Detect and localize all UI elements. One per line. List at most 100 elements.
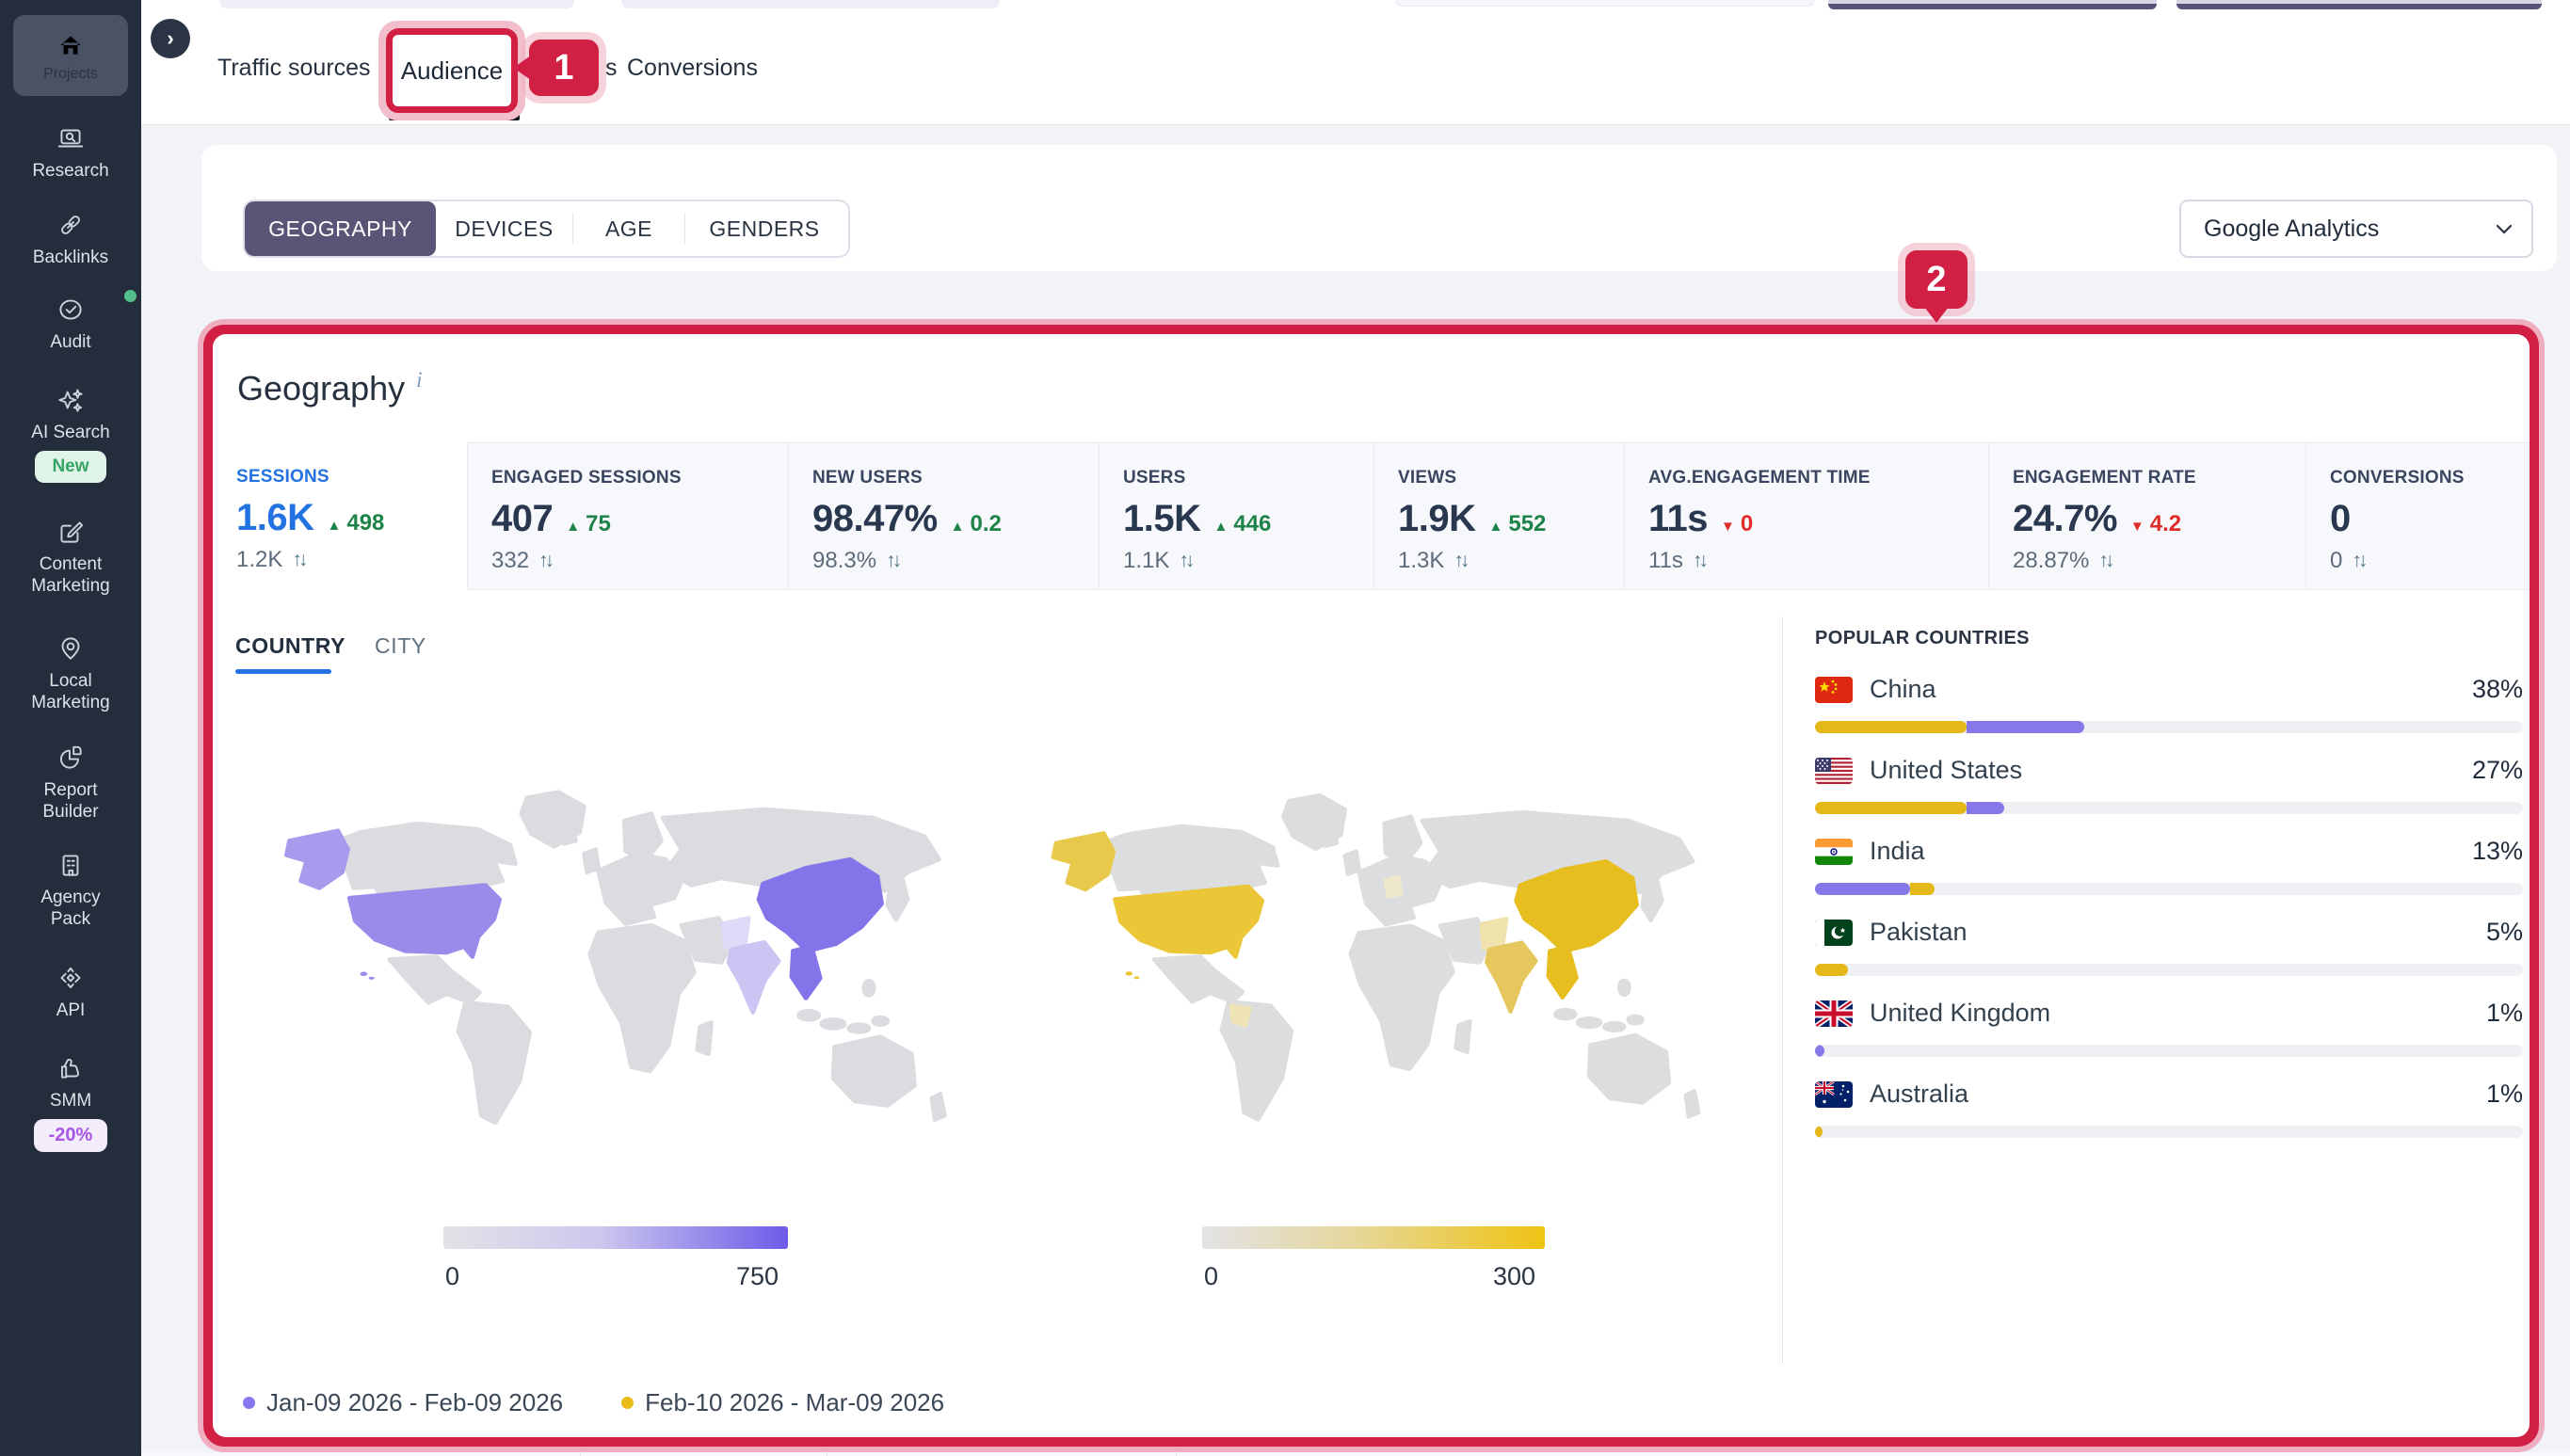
segment-age[interactable]: AGE xyxy=(573,201,684,256)
country-row[interactable]: United Kingdom 1% xyxy=(1815,999,2523,1080)
legend-period-1: Jan-09 2026 - Feb-09 2026 xyxy=(243,1388,563,1417)
delta-up-icon: ▲ xyxy=(566,519,580,535)
sidebar-item-audit[interactable]: Audit xyxy=(0,294,141,353)
sidebar-item-research[interactable]: Research xyxy=(0,122,141,182)
delta-up-icon: ▲ xyxy=(1489,519,1503,535)
sidebar-item-api[interactable]: API xyxy=(0,962,141,1021)
sparkles-icon xyxy=(55,384,87,418)
delta-up-icon: ▲ xyxy=(1214,519,1229,535)
info-icon[interactable]: i xyxy=(416,368,422,392)
gradient-max-label: 300 xyxy=(1493,1262,1535,1291)
panel-title: Geographyi xyxy=(237,368,423,408)
sort-updown-icon[interactable]: ↑↓ xyxy=(886,550,898,572)
sidebar-item-agency-pack[interactable]: Agency Pack xyxy=(0,849,141,930)
sort-updown-icon[interactable]: ↑↓ xyxy=(538,550,551,572)
link-icon xyxy=(55,209,87,243)
metric-tile-engagement-rate[interactable]: ENGAGEMENT RATE 24.7%▼4.2 28.87%↑↓ xyxy=(1988,442,2305,590)
sort-updown-icon[interactable]: ↑↓ xyxy=(292,549,304,571)
building-icon xyxy=(55,849,87,883)
flag-united-states-icon xyxy=(1815,758,1853,784)
annotation-1-highlight: Audience xyxy=(378,21,525,120)
chevron-right-icon: › xyxy=(167,26,173,51)
sort-updown-icon[interactable]: ↑↓ xyxy=(2098,550,2111,572)
metric-tile-users[interactable]: USERS 1.5K▲446 1.1K↑↓ xyxy=(1099,442,1373,590)
metric-tile-sessions[interactable]: SESSIONS 1.6K▲498 1.2K↑↓ xyxy=(213,442,467,590)
thumbs-up-icon xyxy=(55,1052,87,1086)
pie-chart-icon xyxy=(55,742,87,776)
flag-pakistan-icon xyxy=(1815,920,1853,946)
metrics-strip: SESSIONS 1.6K▲498 1.2K↑↓ ENGAGED SESSION… xyxy=(213,442,2530,590)
metric-tile-views[interactable]: VIEWS 1.9K▲552 1.3K↑↓ xyxy=(1373,442,1624,590)
sidebar-item-projects[interactable]: Projects xyxy=(13,15,128,96)
segment-geography[interactable]: GEOGRAPHY xyxy=(245,201,436,256)
map-gradient-scale-yellow xyxy=(1202,1226,1545,1249)
popular-countries-list: China 38% United States 27% xyxy=(1815,675,2523,1160)
segment-genders[interactable]: GENDERS xyxy=(685,201,843,256)
chevron-down-icon xyxy=(2496,224,2513,235)
sidebar-item-label: Projects xyxy=(43,66,98,83)
audit-check-icon xyxy=(55,294,87,328)
annotation-arrow-icon xyxy=(513,56,531,80)
delta-down-icon: ▼ xyxy=(1721,519,1735,535)
cutoff-element xyxy=(219,0,574,8)
country-progress-bar xyxy=(1815,802,2523,814)
sidebar-nav: Projects Research Backlinks Audit xyxy=(0,0,141,1456)
tab-country[interactable]: COUNTRY xyxy=(235,633,345,659)
sidebar-item-ai-search[interactable]: AI Search New xyxy=(0,384,141,483)
popular-countries-title: POPULAR COUNTRIES xyxy=(1815,628,2030,649)
research-icon xyxy=(55,122,87,156)
annotation-2-highlight: Geographyi SESSIONS 1.6K▲498 1.2K↑↓ ENGA… xyxy=(198,319,2545,1452)
data-source-select[interactable]: Google Analytics xyxy=(2179,200,2533,258)
gradient-max-label: 750 xyxy=(736,1262,779,1291)
cutoff-element xyxy=(1395,0,1814,7)
audit-status-dot xyxy=(124,290,137,302)
tab-traffic-sources[interactable]: Traffic sources xyxy=(217,55,371,82)
sort-updown-icon[interactable]: ↑↓ xyxy=(1693,550,1705,572)
location-pin-icon xyxy=(55,632,87,666)
flag-china-icon xyxy=(1815,677,1853,703)
sort-updown-icon[interactable]: ↑↓ xyxy=(1179,550,1191,572)
legend-period-2: Feb-10 2026 - Mar-09 2026 xyxy=(621,1388,944,1417)
country-row[interactable]: Pakistan 5% xyxy=(1815,918,2523,999)
metric-tile-new-users[interactable]: NEW USERS 98.47%▲0.2 98.3%↑↓ xyxy=(788,442,1099,590)
vertical-divider xyxy=(1782,616,1783,1365)
cutoff-element xyxy=(621,0,1000,8)
tab-audience[interactable]: Audience xyxy=(386,28,518,113)
flag-india-icon xyxy=(1815,839,1853,865)
tab-city[interactable]: CITY xyxy=(375,633,426,659)
sidebar-collapse-button[interactable]: › xyxy=(151,19,190,58)
country-row[interactable]: India 13% xyxy=(1815,837,2523,918)
country-progress-bar xyxy=(1815,964,2523,976)
period-legend: Jan-09 2026 - Feb-09 2026 Feb-10 2026 - … xyxy=(243,1388,944,1417)
tab-hidden-fragment[interactable]: s xyxy=(605,55,618,82)
country-row[interactable]: China 38% xyxy=(1815,675,2523,756)
audience-toolbar: GEOGRAPHY DEVICES AGE GENDERS Google Ana… xyxy=(201,145,2557,271)
discount-badge: -20% xyxy=(34,1119,108,1152)
cutoff-table-row xyxy=(141,1452,2570,1456)
segment-devices[interactable]: DEVICES xyxy=(436,201,572,256)
flag-united-kingdom-icon xyxy=(1815,1000,1853,1027)
purple-dot-icon xyxy=(243,1397,255,1409)
country-progress-bar xyxy=(1815,883,2523,895)
sidebar-item-smm[interactable]: SMM -20% xyxy=(0,1052,141,1152)
top-tabs-bar: Traffic sources Audience s Conversions 1… xyxy=(141,0,2570,125)
world-map-period2[interactable] xyxy=(1031,718,1732,1198)
new-badge: New xyxy=(35,451,105,483)
metric-tile-engaged-sessions[interactable]: ENGAGED SESSIONS 407▲75 332↑↓ xyxy=(467,442,788,590)
world-map-period1[interactable] xyxy=(264,718,979,1198)
sidebar-item-local-marketing[interactable]: Local Marketing xyxy=(0,632,141,713)
sidebar-item-report-builder[interactable]: Report Builder xyxy=(0,742,141,823)
flag-australia-icon xyxy=(1815,1081,1853,1108)
metric-tile-conversions[interactable]: CONVERSIONS 0 0↑↓ xyxy=(2305,442,2530,590)
tab-conversions[interactable]: Conversions xyxy=(627,55,758,82)
annotation-arrow-icon xyxy=(1924,307,1949,323)
sort-updown-icon[interactable]: ↑↓ xyxy=(2352,550,2364,572)
sidebar-item-content-marketing[interactable]: Content Marketing xyxy=(0,516,141,597)
country-row[interactable]: Australia 1% xyxy=(1815,1080,2523,1160)
annotation-step-2-badge: 2 xyxy=(1905,250,1968,309)
sidebar-item-backlinks[interactable]: Backlinks xyxy=(0,209,141,268)
sort-updown-icon[interactable]: ↑↓ xyxy=(1454,550,1466,572)
cutoff-element xyxy=(1828,0,2157,9)
metric-tile-avg-engagement-time[interactable]: AVG.ENGAGEMENT TIME 11s▼0 11s↑↓ xyxy=(1624,442,1988,590)
country-row[interactable]: United States 27% xyxy=(1815,756,2523,837)
